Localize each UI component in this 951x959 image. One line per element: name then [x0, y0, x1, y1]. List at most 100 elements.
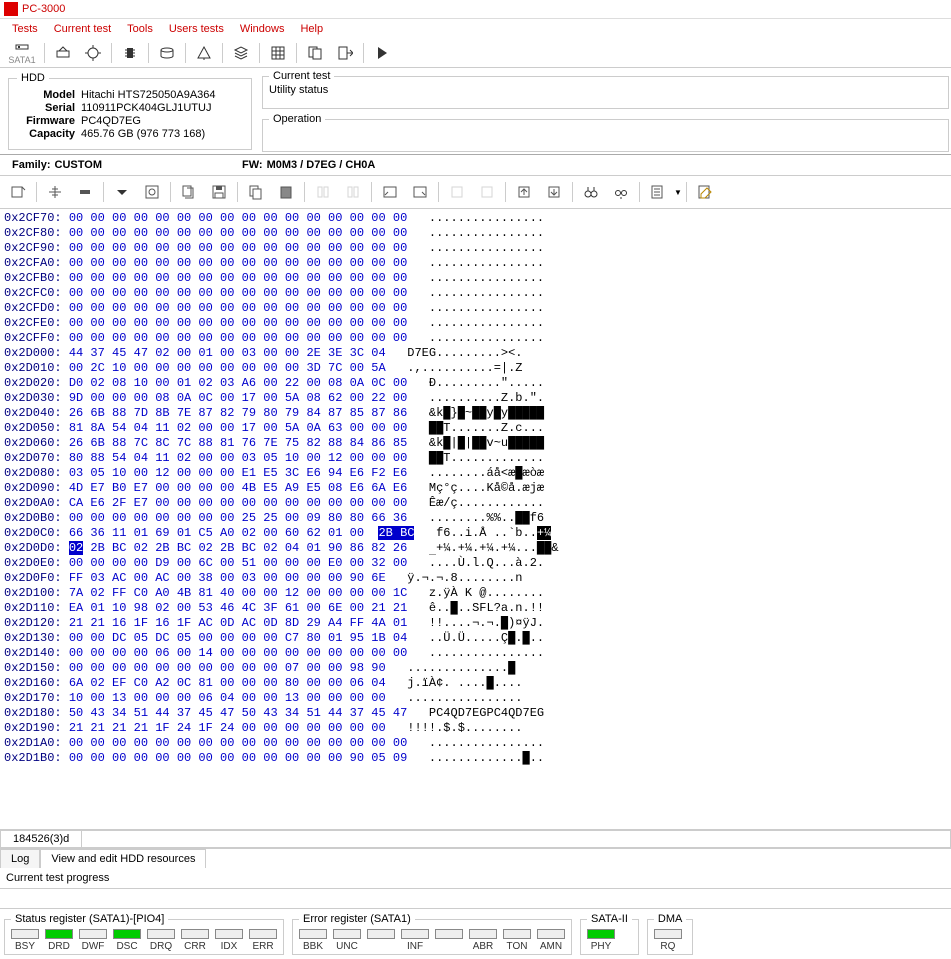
hex-toolbar: ▼ — [0, 176, 951, 209]
model-value: Hitachi HTS725050A9A364 — [75, 89, 216, 101]
reg-indicator — [587, 929, 615, 939]
triangle-icon[interactable] — [190, 41, 218, 65]
menu-tools[interactable]: Tools — [119, 21, 161, 37]
play-icon[interactable] — [368, 41, 396, 65]
serial-value: 110911PCK404GLJ1UTUJ — [75, 102, 211, 114]
titlebar: PC-3000 — [0, 0, 951, 19]
status-register-fieldset: Status register (SATA1)-[PIO4] BSY DRD DWF… — [4, 913, 284, 955]
model-label: Model — [17, 89, 75, 101]
reg-indicator — [469, 929, 497, 939]
serial-label: Serial — [17, 102, 75, 114]
reg-indicator — [537, 929, 565, 939]
hex-tool-9[interactable] — [406, 180, 434, 204]
reg-err: ERR — [249, 929, 277, 952]
reg-indicator — [435, 929, 463, 939]
reg-label: DWF — [82, 941, 105, 952]
hex-tabs: 184526(3)d — [0, 829, 951, 848]
hex-tool-dropdown[interactable] — [108, 180, 136, 204]
reg-crr: CRR — [181, 929, 209, 952]
exit-icon[interactable] — [331, 41, 359, 65]
reg-inf: INF — [401, 929, 429, 952]
app-title: PC-3000 — [22, 3, 65, 15]
hex-tool-down[interactable] — [540, 180, 568, 204]
reg-blank — [435, 929, 463, 952]
reg-indicator — [11, 929, 39, 939]
error-register-fieldset: Error register (SATA1) BBKUNCINFABRTONAM… — [292, 913, 572, 955]
hex-tool-4[interactable] — [138, 180, 166, 204]
hex-tool-6[interactable] — [309, 180, 337, 204]
reg-label: UNC — [336, 941, 358, 952]
reg-label: INF — [407, 941, 423, 952]
menu-tests[interactable]: Tests — [4, 21, 46, 37]
reg-label: CRR — [184, 941, 206, 952]
chip-icon[interactable] — [116, 41, 144, 65]
reg-indicator — [367, 929, 395, 939]
hex-tab-spacer — [82, 830, 951, 848]
sata-indicator[interactable]: SATA1 — [4, 41, 40, 65]
dma-legend: DMA — [654, 913, 686, 925]
menu-help[interactable]: Help — [292, 21, 331, 37]
reg-indicator — [503, 929, 531, 939]
fw-label: FW: — [242, 159, 263, 171]
hex-tool-3[interactable] — [71, 180, 99, 204]
reg-bsy: BSY — [11, 929, 39, 952]
disk-icon[interactable] — [153, 41, 181, 65]
copy-icon-2[interactable] — [242, 180, 270, 204]
hex-editor[interactable]: 0x2CF70: 00 00 00 00 00 00 00 00 00 00 0… — [0, 209, 951, 829]
family-label: Family: — [12, 159, 51, 171]
capacity-label: Capacity — [17, 128, 75, 140]
reg-indicator — [654, 929, 682, 939]
paste-icon[interactable] — [272, 180, 300, 204]
menubar: Tests Current test Tools Users tests Win… — [0, 19, 951, 39]
hex-tool-2[interactable] — [41, 180, 69, 204]
menu-current-test[interactable]: Current test — [46, 21, 119, 37]
menu-users-tests[interactable]: Users tests — [161, 21, 232, 37]
sata-fieldset: SATA-II PHY — [580, 913, 639, 955]
progress-bar-area — [0, 889, 951, 909]
hex-tool-1[interactable] — [4, 180, 32, 204]
family-row: Family: CUSTOM FW: M0M3 / D7EG / CH0A — [0, 155, 951, 176]
menu-windows[interactable]: Windows — [232, 21, 293, 37]
binoculars-next-icon[interactable] — [607, 180, 635, 204]
reg-indicator — [181, 929, 209, 939]
reg-ton: TON — [503, 929, 531, 952]
tool-icon-1[interactable] — [49, 41, 77, 65]
reg-bbk: BBK — [299, 929, 327, 952]
hdd-fieldset: HDD ModelHitachi HTS725050A9A364 Serial1… — [8, 72, 252, 150]
layers-icon[interactable] — [227, 41, 255, 65]
tool-icon-2[interactable] — [79, 41, 107, 65]
hex-tool-12[interactable] — [644, 180, 672, 204]
reg-label: IDX — [221, 941, 238, 952]
tab-log[interactable]: Log — [0, 849, 40, 868]
save-icon[interactable] — [205, 180, 233, 204]
reg-label: AMN — [540, 941, 562, 952]
reg-label: DRD — [48, 941, 70, 952]
hex-tool-5[interactable] — [175, 180, 203, 204]
hex-tool-7[interactable] — [339, 180, 367, 204]
reg-indicator — [299, 929, 327, 939]
hex-tool-8[interactable] — [376, 180, 404, 204]
edit-icon[interactable] — [691, 180, 719, 204]
reg-indicator — [333, 929, 361, 939]
reg-indicator — [45, 929, 73, 939]
firmware-value: PC4QD7EG — [75, 115, 141, 127]
binoculars-icon[interactable] — [577, 180, 605, 204]
reg-label: RQ — [660, 941, 675, 952]
current-test-fieldset: Current test Utility status — [262, 70, 949, 109]
hex-tool-10[interactable] — [443, 180, 471, 204]
reg-unc: UNC — [333, 929, 361, 952]
tab-view-edit[interactable]: View and edit HDD resources — [40, 849, 206, 868]
copy-icon[interactable] — [301, 41, 329, 65]
utility-status: Utility status — [269, 84, 942, 96]
bottom-tabs: Log View and edit HDD resources — [0, 848, 951, 868]
reg-dsc: DSC — [113, 929, 141, 952]
reg-phy: PHY — [587, 929, 615, 952]
hex-tool-up[interactable] — [510, 180, 538, 204]
reg-drd: DRD — [45, 929, 73, 952]
hex-tool-11[interactable] — [473, 180, 501, 204]
grid-icon[interactable] — [264, 41, 292, 65]
reg-indicator — [401, 929, 429, 939]
hex-tab-1[interactable]: 184526(3)d — [0, 830, 82, 848]
er-legend: Error register (SATA1) — [299, 913, 415, 925]
sr-legend: Status register (SATA1)-[PIO4] — [11, 913, 168, 925]
